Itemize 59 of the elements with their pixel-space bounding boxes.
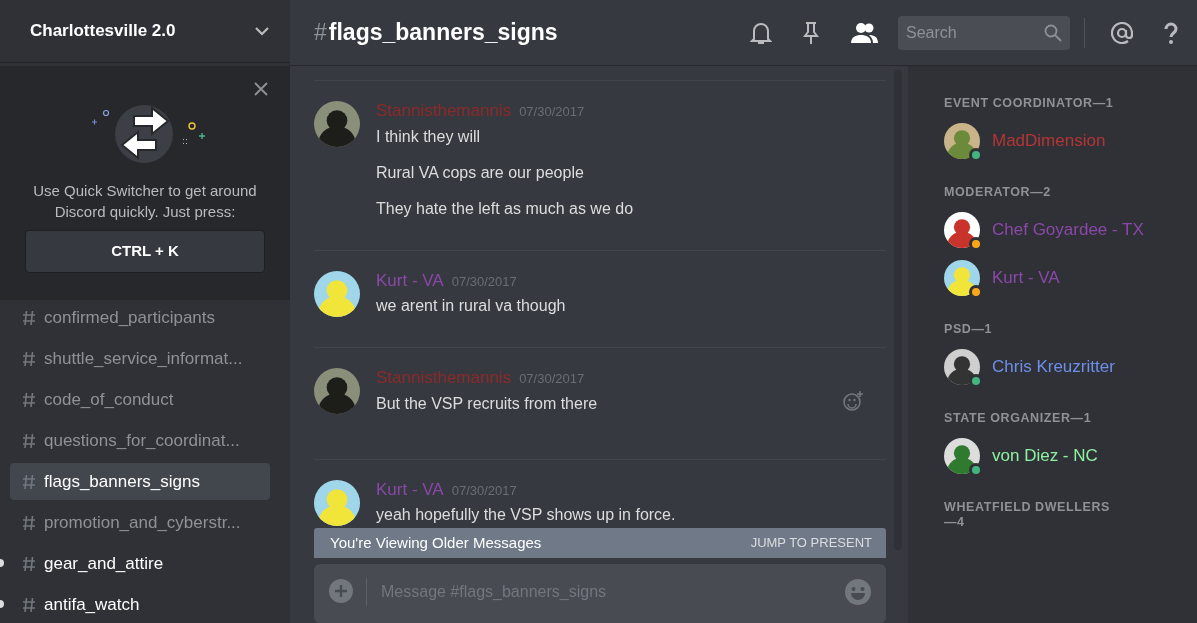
member-group-title: PSD—1 [944,322,994,337]
member-name[interactable]: Kurt - VA [992,265,1060,291]
channel-title: flags_banners_signs [328,18,558,48]
message-text: They hate the left as much as we do [376,198,634,219]
older-messages-text: You're Viewing Older Messages [330,532,542,553]
search-field[interactable]: Search [898,15,1070,50]
message-text: I think they will [376,126,481,147]
member-name[interactable]: Chef Goyardee - TX [992,217,1144,243]
member-name[interactable]: Chris Kreuzritter [992,354,1115,380]
channel-item[interactable]: flags_banners_signs [10,463,270,500]
chevron-down-icon[interactable] [254,26,270,36]
avatar[interactable] [314,270,360,317]
server-name[interactable]: Charlottesville 2.0 [30,18,176,44]
channel-name: flags_banners_signs [44,470,200,493]
member-group-title: WHEATFIELD DWELLERS—4 [944,500,1111,530]
member-group-title: MODERATOR—2 [944,185,1052,200]
jump-to-present-link[interactable]: JUMP TO PRESENT [750,533,872,553]
message-text: But the VSP recruits from there [376,393,598,414]
channel-item[interactable]: questions_for_coordinat... [10,422,270,459]
channel-name: antifa_watch [44,593,140,616]
hash-icon [22,432,36,449]
hash-icon [22,473,36,490]
channel-name: confirmed_participants [44,306,216,329]
member-name[interactable]: MadDimension [992,128,1106,154]
avatar[interactable] [944,260,980,296]
avatar[interactable] [314,479,360,526]
message-text: yeah hopefully the VSP shows up in force. [376,505,676,525]
channel-name: gear_and_attire [44,552,164,575]
quick-switcher-hint: Use Quick Switcher to get around Discord quickly. Just press: [32,181,258,222]
member-group-title: EVENT COORDINATOR—1 [944,96,1115,111]
avatar[interactable] [944,349,980,385]
channel-item[interactable]: code_of_conduct [10,381,270,418]
shortcut-button[interactable]: CTRL + K [25,230,265,273]
channel-name: code_of_conduct [44,388,174,411]
channel-name: shuttle_service_informat... [44,347,243,370]
message-text: we arent in rural va though [376,296,566,316]
hash-icon [22,350,36,367]
channel-item[interactable]: promotion_and_cyberstr... [10,504,270,541]
hash-icon [22,596,36,613]
search-icon [1044,23,1062,42]
avatar[interactable] [944,212,980,248]
message-text: Rural VA cops are our people [376,162,584,183]
add-reaction-icon[interactable] [842,390,864,412]
member-group-title: STATE ORGANIZER—1 [944,411,1093,426]
channel-item[interactable]: confirmed_participants [10,299,270,336]
hash-icon [22,555,36,572]
member-name[interactable]: von Diez - NC [992,443,1098,469]
hash-icon [22,309,36,326]
channel-name: questions_for_coordinat... [44,429,240,452]
channel-hash: # [314,18,327,48]
avatar[interactable] [944,438,980,474]
channel-item[interactable]: shuttle_service_informat... [10,340,270,377]
avatar[interactable] [944,123,980,159]
channel-name: promotion_and_cyberstr... [44,511,241,534]
hash-icon [22,391,36,408]
close-button[interactable] [254,82,268,96]
channel-item[interactable]: antifa_watch [10,586,270,623]
channel-item[interactable]: gear_and_attire [10,545,270,582]
hash-icon [22,514,36,531]
